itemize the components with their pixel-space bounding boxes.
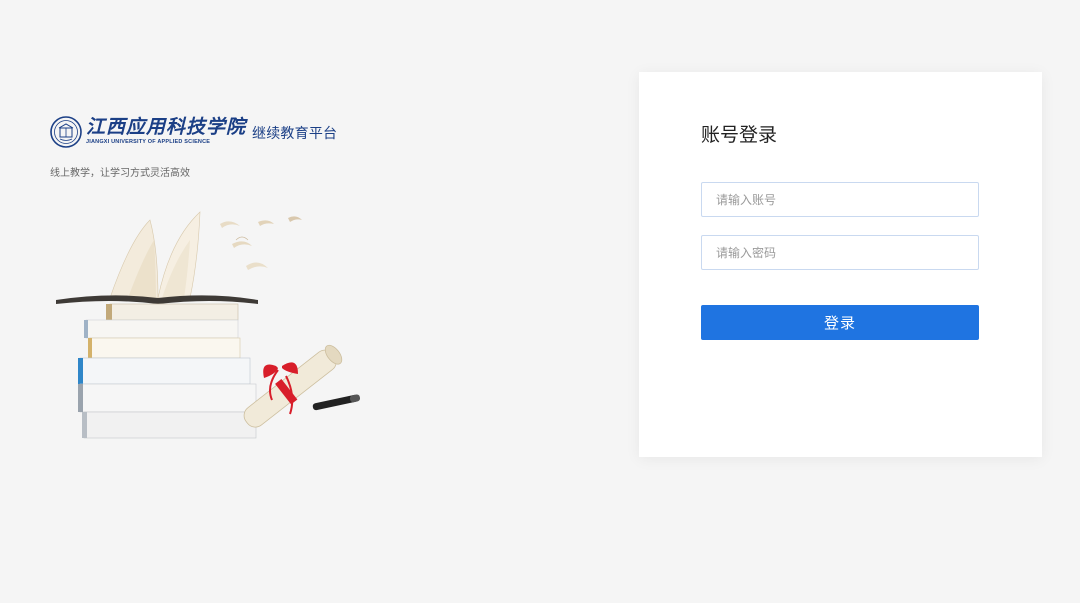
school-logo: 江西应用科技学院 JIANGXI UNIVERSITY OF APPLIED S… — [50, 116, 337, 148]
login-button[interactable]: 登录 — [701, 305, 979, 340]
school-name-en: JIANGXI UNIVERSITY OF APPLIED SCIENCE — [86, 139, 211, 146]
platform-name: 继续教育平台 — [252, 126, 338, 142]
login-card: 账号登录 登录 — [639, 72, 1042, 457]
school-seal-icon — [50, 116, 82, 148]
account-input[interactable] — [701, 182, 979, 217]
password-input[interactable] — [701, 235, 979, 270]
login-title: 账号登录 — [701, 124, 778, 146]
school-name-cn: 江西应用科技学院 — [86, 116, 247, 139]
school-name: 江西应用科技学院 JIANGXI UNIVERSITY OF APPLIED S… — [86, 118, 246, 146]
books-diploma-illustration — [56, 211, 361, 439]
login-page: 江西应用科技学院 JIANGXI UNIVERSITY OF APPLIED S… — [0, 0, 1080, 603]
slogan: 线上教学，让学习方式灵活高效 — [50, 168, 190, 179]
